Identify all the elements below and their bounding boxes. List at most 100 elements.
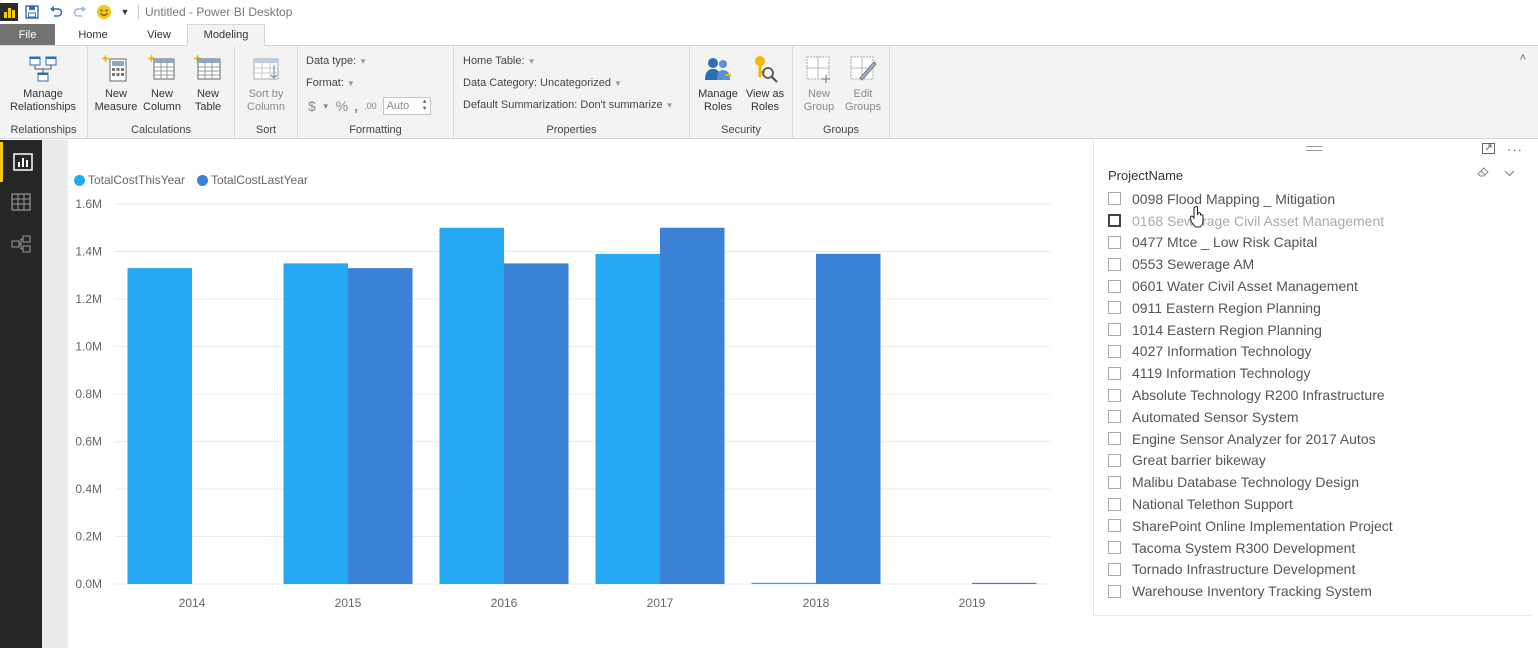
edit-groups-icon — [848, 54, 878, 84]
data-view-button[interactable] — [0, 182, 42, 222]
currency-button[interactable]: $ — [308, 98, 316, 114]
undo-icon[interactable] — [46, 2, 66, 22]
currency-dropdown-icon[interactable]: ▼ — [322, 102, 330, 111]
slicer-checkbox[interactable] — [1108, 257, 1121, 271]
slicer-checkbox[interactable] — [1108, 366, 1121, 380]
comma-button[interactable]: , — [354, 98, 358, 114]
bar-this-year-2014[interactable] — [127, 268, 193, 584]
slicer-item[interactable]: 0911 Eastern Region Planning — [1108, 297, 1528, 319]
slicer-item[interactable]: 0553 Sewerage AM — [1108, 253, 1528, 275]
default-summarization-dropdown[interactable]: Default Summarization: Don't summarize ▼ — [463, 99, 673, 111]
eraser-icon[interactable] — [1477, 166, 1490, 181]
home-table-dropdown[interactable]: Home Table: ▼ — [463, 55, 535, 67]
report-view-button[interactable] — [0, 142, 42, 182]
slicer-item[interactable]: 4119 Information Technology — [1108, 362, 1528, 384]
slicer-checkbox[interactable] — [1108, 344, 1121, 358]
format-label: Format: — [306, 77, 344, 89]
save-icon[interactable] — [22, 2, 42, 22]
slicer-item[interactable]: Great barrier bikeway — [1108, 450, 1528, 472]
sort-by-column-button[interactable]: Sort by Column — [241, 54, 291, 114]
tab-view[interactable]: View — [131, 24, 187, 45]
decimal-button[interactable]: .00 — [364, 101, 377, 111]
bar-last-year-2017[interactable] — [660, 227, 725, 584]
clustered-column-chart[interactable]: TotalCostThisYear TotalCostLastYear 0.0M… — [68, 140, 1068, 620]
slicer-checkbox[interactable] — [1108, 453, 1121, 467]
bar-last-year-2018[interactable] — [816, 253, 881, 584]
bar-this-year-2018[interactable] — [751, 582, 817, 584]
decimal-places-stepper[interactable]: Auto ▲ ▼ — [382, 97, 431, 115]
slicer-checkbox[interactable] — [1108, 541, 1121, 555]
slicer-checkbox[interactable] — [1108, 410, 1121, 424]
bar-this-year-2015[interactable] — [283, 263, 349, 584]
relationships-view-button[interactable] — [0, 224, 42, 264]
edit-groups-button[interactable]: Edit Groups — [841, 54, 885, 114]
ribbon-collapse-icon[interactable]: ˄ — [1520, 52, 1526, 64]
group-calculations: New Measure New Column New Table Calcula… — [88, 46, 235, 139]
chevron-down-icon: ▼ — [346, 79, 355, 88]
tab-file[interactable]: File — [0, 24, 55, 45]
focus-mode-icon[interactable] — [1482, 142, 1495, 157]
slicer-checkbox[interactable] — [1108, 562, 1121, 576]
view-as-roles-button[interactable]: View as Roles — [742, 54, 788, 114]
chevron-down-icon[interactable] — [1504, 166, 1515, 181]
slicer-checkbox[interactable] — [1108, 214, 1121, 228]
slicer-item[interactable]: Tornado Infrastructure Development — [1108, 559, 1528, 581]
slicer-checkbox[interactable] — [1108, 323, 1121, 337]
slicer-item[interactable]: 0168 Sewerage Civil Asset Management — [1108, 210, 1528, 232]
slicer-checkbox[interactable] — [1108, 388, 1121, 402]
slicer-checkbox[interactable] — [1108, 497, 1121, 511]
slicer-checkbox[interactable] — [1108, 279, 1121, 293]
power-bi-window: ▼ Untitled - Power BI Desktop File Home … — [0, 0, 1538, 648]
slicer-item[interactable]: 4027 Information Technology — [1108, 341, 1528, 363]
new-column-button[interactable]: New Column — [140, 54, 184, 114]
slicer-item[interactable]: Engine Sensor Analyzer for 2017 Autos — [1108, 428, 1528, 450]
percent-button[interactable]: % — [336, 98, 348, 114]
x-tick-label: 2015 — [335, 596, 362, 610]
spinner-arrows-icon[interactable]: ▲ ▼ — [422, 99, 428, 113]
smiley-feedback-icon[interactable] — [94, 2, 114, 22]
customize-quick-access-icon[interactable]: ▼ — [118, 2, 132, 22]
group-label-calculations: Calculations — [131, 124, 191, 136]
bar-last-year-2019[interactable] — [972, 582, 1037, 584]
slicer-checkbox[interactable] — [1108, 519, 1121, 533]
slicer-header-icons — [1477, 166, 1515, 181]
slicer-item[interactable]: Absolute Technology R200 Infrastructure — [1108, 384, 1528, 406]
slicer-checkbox[interactable] — [1108, 192, 1121, 206]
slicer-item[interactable]: Malibu Database Technology Design — [1108, 471, 1528, 493]
slicer-checkbox[interactable] — [1108, 432, 1121, 446]
new-table-button[interactable]: New Table — [186, 54, 230, 114]
slicer-item[interactable]: 1014 Eastern Region Planning — [1108, 319, 1528, 341]
bar-last-year-2016[interactable] — [504, 263, 569, 584]
slicer-item-label: 0098 Flood Mapping _ Mitigation — [1132, 190, 1336, 207]
manage-relationships-button[interactable]: Manage Relationships — [6, 54, 80, 114]
bar-this-year-2016[interactable] — [439, 227, 505, 584]
redo-icon[interactable] — [70, 2, 90, 22]
slicer-item[interactable]: 0098 Flood Mapping _ Mitigation — [1108, 188, 1528, 210]
format-dropdown[interactable]: Format: ▼ — [306, 77, 355, 89]
manage-roles-button[interactable]: Manage Roles — [694, 54, 742, 114]
slicer-item[interactable]: Tacoma System R300 Development — [1108, 537, 1528, 559]
data-type-dropdown[interactable]: Data type: ▼ — [306, 55, 367, 67]
slicer-item[interactable]: 0601 Water Civil Asset Management — [1108, 275, 1528, 297]
slicer-checkbox[interactable] — [1108, 584, 1121, 598]
slicer-checkbox[interactable] — [1108, 475, 1121, 489]
more-options-icon[interactable]: ··· — [1507, 142, 1523, 157]
tab-home[interactable]: Home — [55, 24, 131, 45]
slicer-item[interactable]: National Telethon Support — [1108, 493, 1528, 515]
new-measure-button[interactable]: New Measure — [94, 54, 138, 114]
project-name-slicer[interactable]: ··· ProjectName 0098 Flood Mapping _ Mit… — [1093, 140, 1531, 616]
slicer-item[interactable]: Warehouse Inventory Tracking System — [1108, 580, 1528, 602]
slicer-checkbox[interactable] — [1108, 301, 1121, 315]
bar-this-year-2017[interactable] — [595, 253, 661, 584]
slicer-item[interactable]: Automated Sensor System — [1108, 406, 1528, 428]
drag-handle-icon[interactable] — [1306, 146, 1322, 151]
format-controls: $ ▼ % , .00 Auto ▲ ▼ — [308, 97, 431, 115]
slicer-item[interactable]: SharePoint Online Implementation Project — [1108, 515, 1528, 537]
tab-modeling[interactable]: Modeling — [187, 24, 265, 46]
new-group-button[interactable]: New Group — [797, 54, 841, 114]
slicer-item[interactable]: 0477 Mtce _ Low Risk Capital — [1108, 232, 1528, 254]
slicer-checkbox[interactable] — [1108, 235, 1121, 249]
bar-last-year-2015[interactable] — [348, 268, 413, 584]
data-category-dropdown[interactable]: Data Category: Uncategorized ▼ — [463, 77, 622, 89]
power-bi-logo-icon[interactable] — [0, 3, 18, 21]
